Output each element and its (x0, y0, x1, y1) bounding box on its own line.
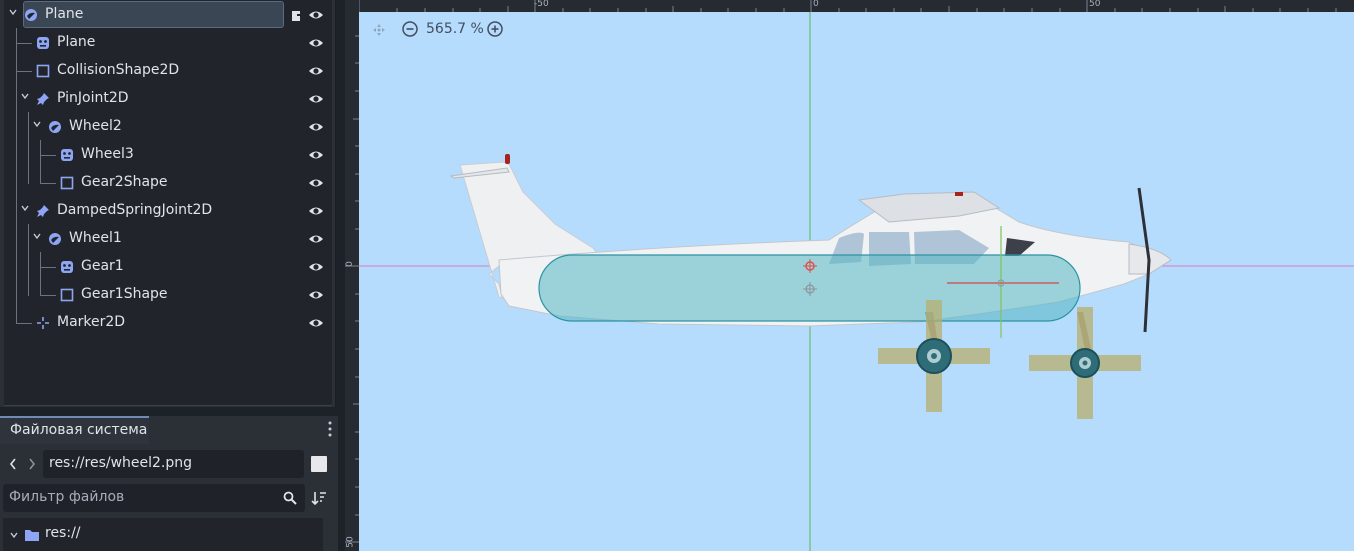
ruler-left: 0 50 (345, 12, 359, 551)
tab-label: Файловая система (10, 422, 148, 438)
visibility-eye-icon[interactable] (308, 176, 324, 190)
filesystem-dock: Файловая система res://res/wheel2.png Фи… (0, 416, 338, 551)
scrollbar[interactable] (323, 518, 329, 551)
zoom-in-icon[interactable] (487, 21, 503, 37)
zoom-out-icon[interactable] (402, 21, 418, 37)
visibility-eye-icon[interactable] (308, 36, 324, 50)
file-tree: res:// (3, 518, 329, 551)
tree-node-label: Gear1 (81, 258, 124, 274)
tree-node-gear2shape[interactable]: Gear2Shape (4, 169, 332, 197)
ruler-left-ticks (345, 35, 359, 543)
chevron-down-icon[interactable] (20, 203, 30, 213)
tree-node-wheel3[interactable]: Wheel3 (4, 141, 332, 169)
file-filter-input[interactable]: Фильтр файлов (3, 484, 305, 512)
tree-node-label: PinJoint2D (57, 90, 129, 106)
script-icon[interactable] (289, 9, 303, 23)
sprite-icon (37, 37, 49, 49)
file-tree-root[interactable]: res:// (45, 525, 81, 541)
tree-node-label: Marker2D (57, 314, 126, 330)
visibility-eye-icon[interactable] (308, 8, 324, 22)
tree-node-plane-sprite[interactable]: Plane (4, 29, 332, 57)
search-icon (283, 491, 297, 505)
tree-node-label: Gear2Shape (81, 174, 168, 190)
visibility-eye-icon[interactable] (308, 288, 324, 302)
ruler-top: -50 0 50 (359, 0, 1354, 12)
tree-node-label: Wheel3 (81, 146, 134, 162)
tree-node-label: Wheel1 (69, 230, 122, 246)
pin-joint-icon (37, 205, 49, 217)
visibility-eye-icon[interactable] (308, 232, 324, 246)
visibility-eye-icon[interactable] (308, 260, 324, 274)
tree-node-label: Plane (57, 34, 96, 50)
ruler-top-ticks (359, 0, 1337, 12)
visibility-eye-icon[interactable] (308, 204, 324, 218)
chevron-down-icon[interactable] (8, 7, 18, 17)
collision-shape-icon (60, 288, 74, 302)
sprite-icon (61, 261, 73, 273)
visibility-eye-icon[interactable] (308, 64, 324, 78)
wheel-sprite[interactable] (1070, 348, 1100, 378)
tree-node-pinjoint2d[interactable]: PinJoint2D (4, 85, 332, 113)
wheel-sprite[interactable] (916, 338, 952, 374)
ruler-label: -50 (534, 0, 549, 9)
scene-canvas[interactable] (359, 12, 1354, 551)
back-arrow-icon[interactable] (9, 458, 17, 470)
tree-node-gear1[interactable]: Gear1 (4, 253, 332, 281)
tree-node-label: Wheel2 (69, 118, 122, 134)
layout-toggle-button[interactable] (311, 456, 327, 472)
viewport-2d: -50 0 50 0 50 565.7 % (345, 0, 1354, 551)
chevron-down-icon[interactable] (32, 231, 42, 241)
ruler-label: 50 (1089, 0, 1101, 9)
chevron-down-icon[interactable] (9, 530, 19, 540)
tree-node-collisionshape2d[interactable]: CollisionShape2D (4, 57, 332, 85)
folder-icon (25, 530, 39, 541)
tree-node-marker2d[interactable]: Marker2D (4, 309, 332, 337)
filter-placeholder: Фильтр файлов (9, 489, 125, 505)
tree-node-label: Gear1Shape (81, 286, 168, 302)
rigidbody-icon (25, 9, 37, 21)
forward-arrow-icon[interactable] (28, 458, 36, 470)
chevron-down-icon[interactable] (32, 119, 42, 129)
filesystem-nav-bar: res://res/wheel2.png (0, 446, 338, 478)
zoom-level[interactable]: 565.7 % (426, 21, 484, 37)
tree-node-label: CollisionShape2D (57, 62, 180, 78)
path-text: res://res/wheel2.png (49, 455, 193, 471)
scene-drawing[interactable] (359, 12, 1354, 551)
tree-node-label: DampedSpringJoint2D (57, 202, 213, 218)
path-input[interactable]: res://res/wheel2.png (43, 450, 304, 478)
ruler-label: 0 (813, 0, 819, 9)
chevron-down-icon[interactable] (20, 91, 30, 101)
visibility-eye-icon[interactable] (308, 148, 324, 162)
zoom-widget: 565.7 % (402, 20, 542, 40)
tree-node-wheel1[interactable]: Wheel1 (4, 225, 332, 253)
visibility-eye-icon[interactable] (308, 120, 324, 134)
ruler-label: 0 (344, 261, 355, 267)
visibility-eye-icon[interactable] (308, 316, 324, 330)
pin-joint-icon (37, 93, 49, 105)
scene-tree: Plane Plane CollisionShape2D PinJoint2D (4, 0, 332, 406)
collision-shape-icon (36, 64, 50, 78)
tab-filesystem[interactable]: Файловая система (0, 416, 149, 444)
visibility-eye-icon[interactable] (308, 92, 324, 106)
pan-view-icon[interactable] (372, 23, 386, 37)
sprite-icon (61, 149, 73, 161)
filter-row: Фильтр файлов (0, 482, 338, 512)
tree-node-gear1shape[interactable]: Gear1Shape (4, 281, 332, 309)
marker-icon (37, 317, 49, 329)
ruler-label: 50 (345, 536, 356, 548)
panel-splitter[interactable] (338, 0, 345, 551)
rigidbody-icon (49, 233, 61, 245)
tree-node-wheel2[interactable]: Wheel2 (4, 113, 332, 141)
tree-node-plane-root[interactable]: Plane (4, 1, 332, 29)
kebab-menu-icon[interactable] (328, 420, 332, 438)
tree-node-label: Plane (45, 6, 84, 22)
tree-node-dampedspringjoint2d[interactable]: DampedSpringJoint2D (4, 197, 332, 225)
sort-icon[interactable] (311, 490, 327, 506)
collision-shape-icon (60, 176, 74, 190)
scene-tree-panel: Plane Plane CollisionShape2D PinJoint2D (0, 0, 336, 407)
rigidbody-icon (49, 121, 61, 133)
